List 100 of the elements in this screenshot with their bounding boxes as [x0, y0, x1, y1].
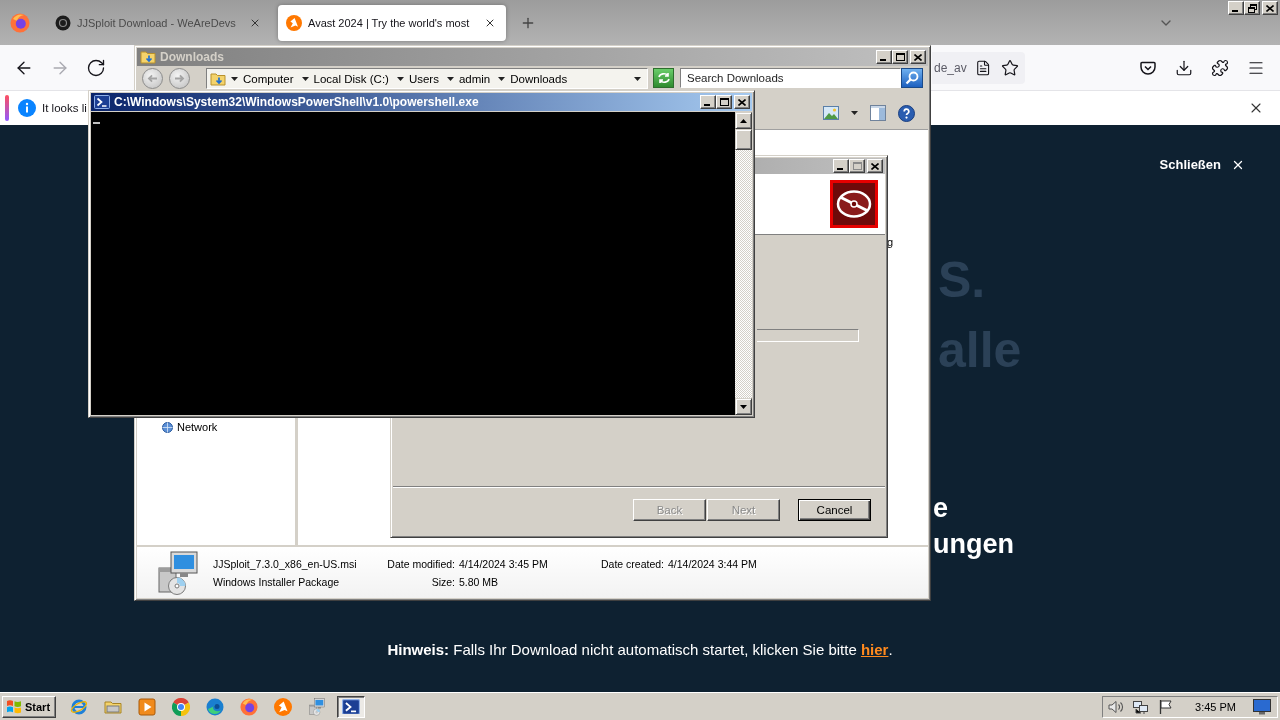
speaker-icon[interactable]: [1108, 698, 1125, 715]
subheadline-text: e: [933, 492, 949, 525]
minimize-button[interactable]: [876, 50, 892, 64]
play-icon: [138, 697, 156, 716]
window-title: C:\Windows\System32\WindowsPowerShell\v1.0\powershell.exe: [114, 95, 479, 109]
close-button[interactable]: [910, 50, 926, 64]
folder-icon: [210, 70, 226, 87]
file-name-fragment: g: [887, 236, 894, 248]
download-icon[interactable]: [1175, 58, 1193, 77]
start-button[interactable]: Start: [2, 695, 56, 718]
left-arrow-icon: [147, 74, 158, 83]
scroll-up-button[interactable]: [735, 112, 752, 129]
text-cursor: [93, 122, 100, 124]
field-label: Date created:: [600, 557, 664, 570]
window-title: Downloads: [160, 50, 224, 64]
search-icon: [905, 71, 919, 85]
browser-icon: [70, 697, 88, 716]
breadcrumb-item[interactable]: admin: [458, 72, 491, 85]
field-value: 4/14/2024 3:44 PM: [668, 557, 757, 570]
dropdown-arrow-icon[interactable]: [446, 76, 454, 81]
up-arrow-icon: [740, 118, 747, 123]
restore-button[interactable]: [1244, 1, 1260, 15]
address-bar[interactable]: Computer Local Disk (C:) Users admin Downloads: [206, 68, 648, 89]
search-button[interactable]: [901, 68, 923, 88]
scroll-thumb[interactable]: [735, 129, 752, 150]
refresh-button[interactable]: [653, 68, 674, 88]
right-arrow-icon: [174, 74, 185, 83]
breadcrumb-item[interactable]: Local Disk (C:): [313, 72, 389, 85]
close-icon: [1266, 4, 1274, 12]
minimize-button[interactable]: [700, 95, 716, 109]
close-link[interactable]: Schließen: [1159, 156, 1245, 174]
site-logo-icon: [286, 14, 302, 31]
field-value: 5.80 MB: [459, 575, 499, 588]
flag-icon[interactable]: [1158, 698, 1175, 715]
puzzle-icon[interactable]: [1211, 58, 1229, 77]
minimize-button[interactable]: [1228, 1, 1244, 15]
breadcrumb-item[interactable]: Users: [408, 72, 439, 85]
close-button[interactable]: [1262, 1, 1278, 15]
address-field[interactable]: de_av: [932, 51, 1025, 84]
search-field[interactable]: Search Downloads: [680, 68, 901, 88]
picture-icon[interactable]: [823, 106, 839, 120]
maximize-button[interactable]: [716, 95, 732, 109]
file-type: Windows Installer Package: [213, 575, 340, 588]
subheadline-text: ungen: [933, 528, 1014, 561]
disc-icon: [830, 180, 878, 228]
restore-icon: [1247, 3, 1257, 13]
close-button[interactable]: [734, 95, 750, 109]
field-label: Size:: [431, 575, 455, 588]
network-icon: [162, 421, 173, 433]
view-options-arrow-icon[interactable]: [851, 111, 858, 115]
down-arrow-icon: [740, 404, 747, 409]
field-label: Date modified:: [387, 557, 455, 570]
round-logo-icon: [274, 697, 292, 716]
scroll-down-button[interactable]: [735, 398, 752, 415]
breadcrumb-item[interactable]: Computer: [243, 72, 294, 85]
close-icon: [871, 162, 879, 170]
reader-view-icon[interactable]: [974, 58, 991, 77]
desktop-icon[interactable]: [1253, 698, 1271, 715]
info-icon: [18, 99, 36, 117]
close-button[interactable]: [867, 159, 883, 173]
download-hint: Hinweis: Falls Ihr Download nicht automatisch startet, klicken Sie bitte hier.: [387, 640, 893, 660]
dropdown-arrow-icon[interactable]: [498, 76, 506, 81]
folder-icon: [140, 49, 156, 65]
preview-pane-icon[interactable]: [870, 105, 886, 121]
navigation-item[interactable]: Network: [177, 421, 218, 433]
browser-logo-icon[interactable]: [10, 12, 30, 33]
refresh-icon: [656, 72, 671, 84]
clock: 3:45 PM: [1195, 700, 1236, 713]
file-name: JJSploit_7.3.0_x86_en-US.msi: [213, 557, 357, 570]
dropdown-arrow-icon[interactable]: [396, 76, 404, 81]
terminal-icon: [94, 95, 110, 109]
dropdown-arrow-icon[interactable]: [301, 76, 309, 81]
maximize-icon: [852, 162, 862, 170]
terminal-icon: [342, 698, 360, 715]
close-icon: [914, 53, 922, 61]
minimize-button[interactable]: [833, 159, 849, 173]
reload-icon[interactable]: [86, 57, 106, 78]
maximize-button[interactable]: [892, 50, 908, 64]
browser-tab[interactable]: Avast 2024 | Try the world's most: [278, 4, 506, 41]
taskbar-app-button[interactable]: [337, 695, 365, 718]
browser-icon: [206, 697, 224, 716]
installer-icon: [308, 697, 326, 716]
field-value: 4/14/2024 3:45 PM: [459, 557, 548, 570]
notification-text: It looks li: [42, 102, 87, 114]
notification-accent-bar: [5, 95, 9, 121]
breadcrumb-item[interactable]: Downloads: [510, 72, 568, 85]
dropdown-arrow-icon[interactable]: [231, 76, 238, 81]
browser-icon: [240, 697, 258, 716]
browser-tab[interactable]: JJSploit Download - WeAreDevs: [45, 4, 271, 41]
close-icon: [1231, 158, 1245, 172]
here-link[interactable]: hier: [860, 641, 889, 658]
network-icon[interactable]: [1133, 698, 1150, 715]
bookmark-star-icon[interactable]: [1001, 58, 1019, 77]
start-logo-icon: [6, 699, 22, 714]
maximize-icon: [719, 98, 729, 106]
browser-icon: [172, 697, 190, 716]
dialog-button[interactable]: Cancel: [798, 499, 871, 521]
dropdown-arrow-icon[interactable]: [634, 76, 641, 81]
help-icon[interactable]: [898, 104, 915, 122]
site-logo-icon: [55, 14, 71, 31]
